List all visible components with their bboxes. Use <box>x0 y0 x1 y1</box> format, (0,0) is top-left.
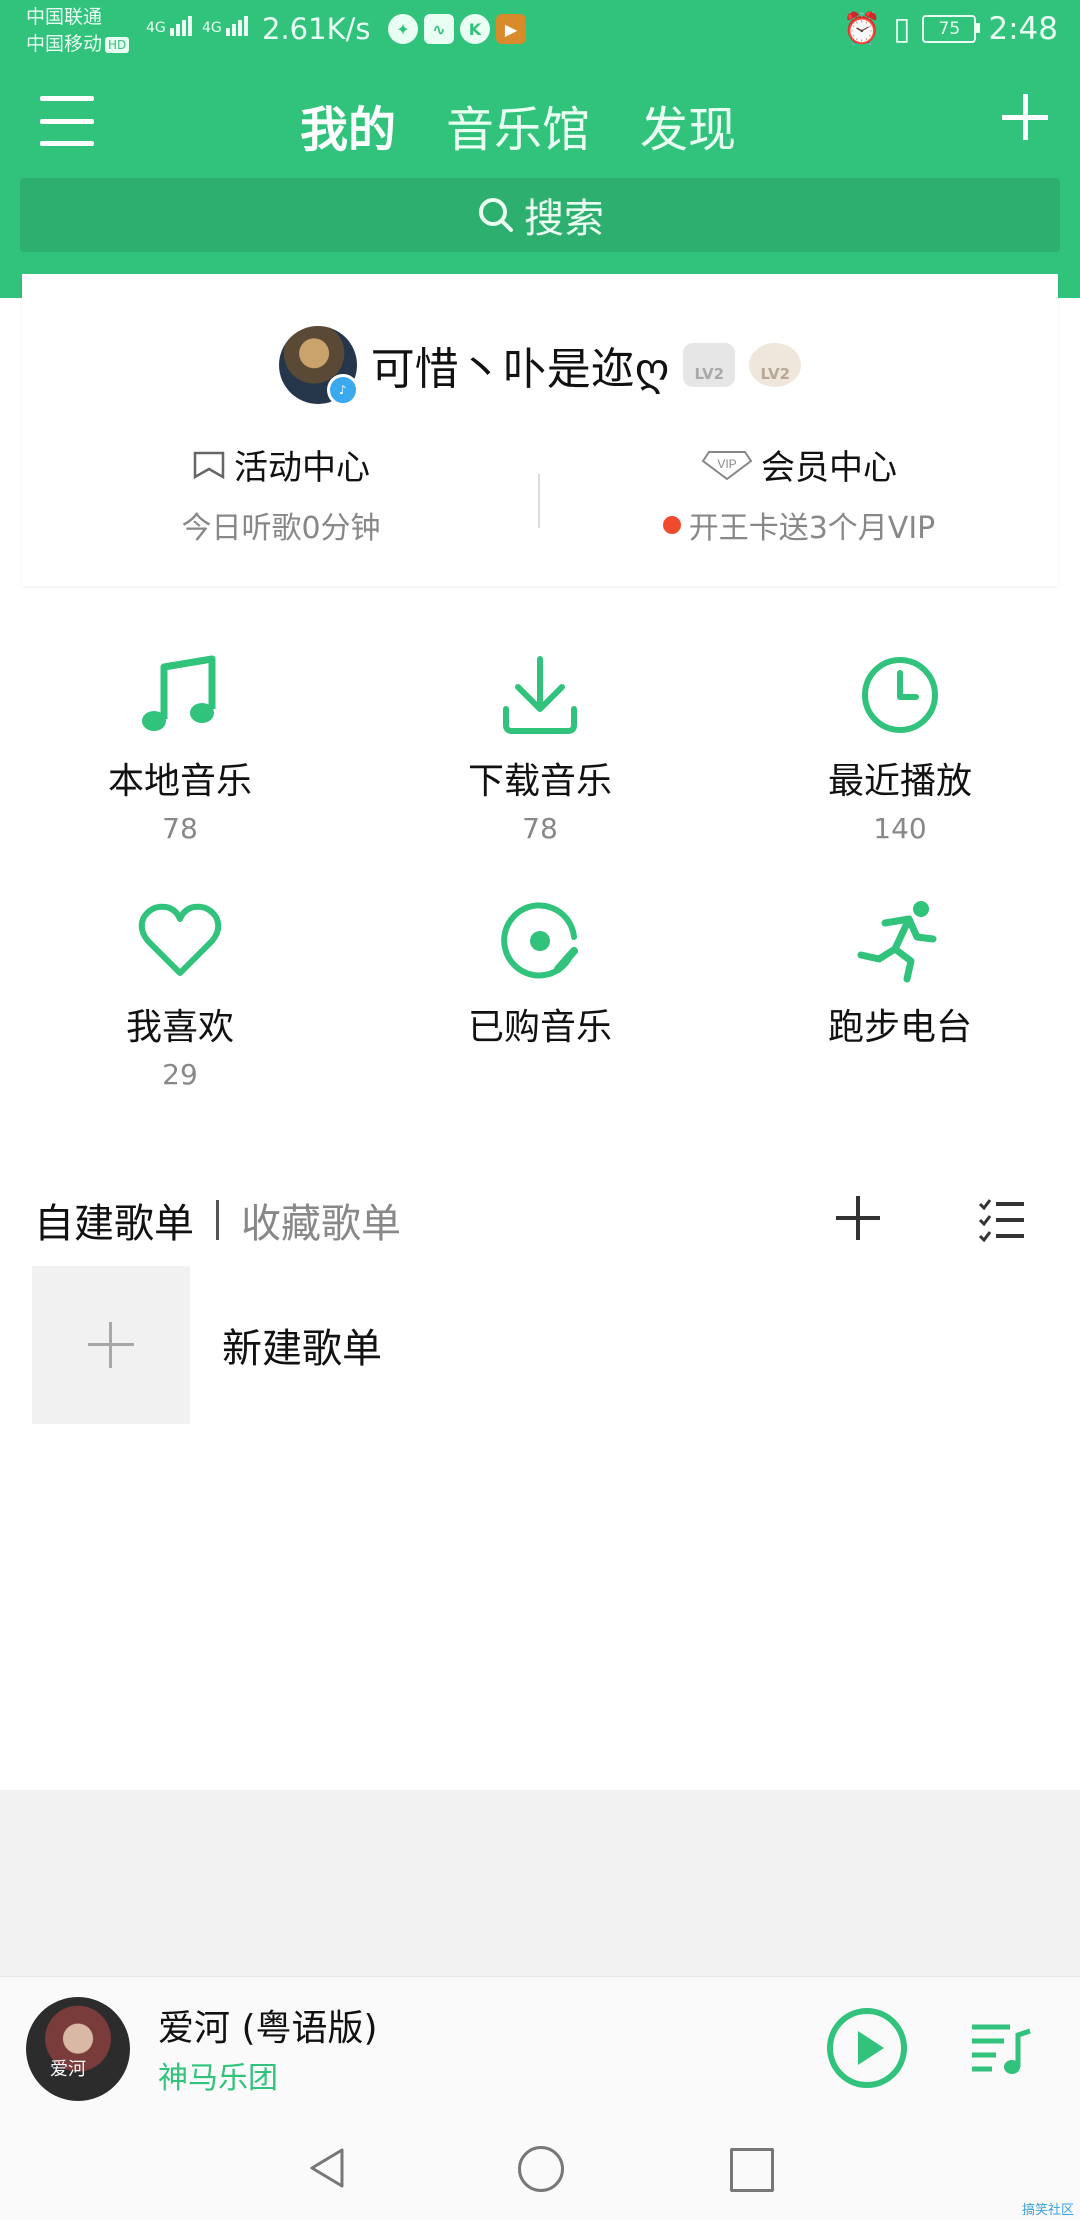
carrier-2: 中国移动 <box>26 33 103 55</box>
diamond-level-icon[interactable]: LV2 <box>683 343 736 387</box>
song-title: 爱河 (粤语版) <box>158 2008 378 2049</box>
top-nav: 我的 音乐馆 发现 <box>0 82 1080 172</box>
flame-app-icon: ✦ <box>388 14 418 44</box>
avatar-badge-icon: ♪ <box>326 374 359 406</box>
search-bar[interactable]: 搜索 <box>20 178 1060 252</box>
network-type-1: 4G <box>146 20 166 36</box>
playlist-header: 自建歌单 收藏歌单 <box>34 1190 1046 1250</box>
tab-fav-playlists[interactable]: 收藏歌单 <box>241 1191 401 1249</box>
hd-icon: HD <box>105 36 130 53</box>
add-icon[interactable] <box>1002 94 1048 140</box>
main-tabs: 我的 音乐馆 发现 <box>300 90 736 160</box>
red-dot <box>662 516 681 534</box>
running-icon <box>857 901 937 983</box>
grid-item-label: 已购音乐 <box>467 1007 612 1048</box>
grid-item-count: 140 <box>873 812 927 845</box>
watermark: 搞笑社区 <box>1021 2203 1074 2218</box>
spacer-area <box>0 1790 1080 1976</box>
vip-subtitle: 开王卡送3个月VIP <box>688 511 936 546</box>
music-level-icon[interactable]: LV2 <box>749 343 802 387</box>
signal-1-icon: 4G <box>146 16 194 36</box>
tab-music-hall[interactable]: 音乐馆 <box>446 90 590 160</box>
play-app-icon: ▶ <box>496 14 526 44</box>
tab-discover[interactable]: 发现 <box>640 90 736 160</box>
grid-item-label: 最近播放 <box>827 761 972 802</box>
song-artist: 神马乐团 <box>158 2061 278 2096</box>
grid-item-downloads[interactable]: 下载音乐 78 <box>360 650 720 845</box>
grid-item-label: 本地音乐 <box>107 761 252 802</box>
play-icon[interactable] <box>826 2007 908 2089</box>
carrier-info: 中国联通 中国移动 HD <box>26 4 130 58</box>
status-right: ⏰ ▯ 75 2:48 <box>842 10 1058 48</box>
carrier-1: 中国联通 <box>26 6 103 28</box>
playlist-icon[interactable] <box>970 2019 1032 2077</box>
profile-card: ♪ 可惜丶卟是迩ღ LV2 LV2 活动中心 今日听歌0分钟 VIP 会员中心 <box>22 274 1058 586</box>
new-playlist-label: 新建歌单 <box>222 1326 382 1372</box>
grid-item-purchased[interactable]: 已购音乐 <box>360 896 720 1050</box>
search-label: 搜索 <box>524 196 604 242</box>
activity-center[interactable]: 活动中心 今日听歌0分钟 <box>22 440 540 547</box>
system-nav-bar: 搞笑社区 <box>0 2116 1080 2220</box>
battery-icon: 75 <box>922 14 981 43</box>
vibrate-icon: ▯ <box>893 10 911 47</box>
grid-item-count: 78 <box>522 812 558 845</box>
disc-icon <box>501 902 578 979</box>
tab-mine[interactable]: 我的 <box>300 90 396 160</box>
music-note-icon <box>142 655 216 731</box>
tab-separator <box>216 1200 219 1240</box>
vip-icon-text: VIP <box>717 457 736 471</box>
home-icon[interactable] <box>518 2146 564 2192</box>
username[interactable]: 可惜丶卟是迩ღ <box>371 333 670 397</box>
vip-center[interactable]: VIP 会员中心 开王卡送3个月VIP <box>540 440 1058 547</box>
grid-item-count: 78 <box>162 812 198 845</box>
plus-thumb-icon <box>32 1266 190 1424</box>
grid-item-favorites[interactable]: 我喜欢 29 <box>0 896 360 1091</box>
recents-icon[interactable] <box>730 2148 774 2192</box>
network-type-2: 4G <box>202 20 222 36</box>
alarm-icon: ⏰ <box>842 11 882 47</box>
signal-2-icon: 4G <box>202 16 250 36</box>
grid-item-label: 下载音乐 <box>467 761 612 802</box>
grid-item-local-music[interactable]: 本地音乐 78 <box>0 650 360 845</box>
network-speed: 2.61K/s <box>262 12 371 46</box>
activity-title: 活动中心 <box>234 448 370 488</box>
clock-icon <box>862 657 938 733</box>
user-row[interactable]: ♪ 可惜丶卟是迩ღ LV2 LV2 <box>22 326 1058 406</box>
menu-icon[interactable] <box>40 96 94 146</box>
grid-item-label: 我喜欢 <box>125 1007 234 1048</box>
avatar[interactable]: ♪ <box>278 326 359 406</box>
k-app-icon: K <box>460 14 490 44</box>
flag-icon <box>193 451 225 479</box>
grid-item-recent[interactable]: 最近播放 140 <box>720 650 1080 845</box>
clock-time: 2:48 <box>988 10 1058 47</box>
battery-level: 75 <box>938 18 961 39</box>
notification-icons: ✦ ∿ K ▶ <box>388 14 526 44</box>
status-bar: 中国联通 中国移动 HD 4G 4G 2.61K/s ✦ ∿ K ▶ ⏰ ▯ 75… <box>0 0 1080 62</box>
pulse-app-icon: ∿ <box>424 14 454 44</box>
back-icon[interactable] <box>306 2146 350 2190</box>
add-playlist-icon[interactable] <box>836 1196 880 1240</box>
mini-player[interactable]: 爱河 爱河 (粤语版) 神马乐团 <box>0 1976 1080 2117</box>
tab-own-playlists[interactable]: 自建歌单 <box>34 1191 194 1249</box>
grid-item-label: 跑步电台 <box>827 1007 972 1048</box>
grid-item-count: 29 <box>162 1058 198 1091</box>
cover-text: 爱河 <box>50 2059 86 2080</box>
search-icon <box>479 198 513 232</box>
grid-item-running[interactable]: 跑步电台 <box>720 896 1080 1050</box>
new-playlist-row[interactable]: 新建歌单 <box>32 1266 632 1424</box>
activity-subtitle: 今日听歌0分钟 <box>181 511 381 546</box>
album-cover[interactable]: 爱河 <box>26 1997 130 2101</box>
manage-list-icon[interactable] <box>978 1198 1026 1242</box>
heart-icon <box>138 903 222 976</box>
vip-icon: VIP <box>701 450 753 480</box>
vip-title: 会员中心 <box>761 448 897 488</box>
download-icon <box>503 656 577 734</box>
